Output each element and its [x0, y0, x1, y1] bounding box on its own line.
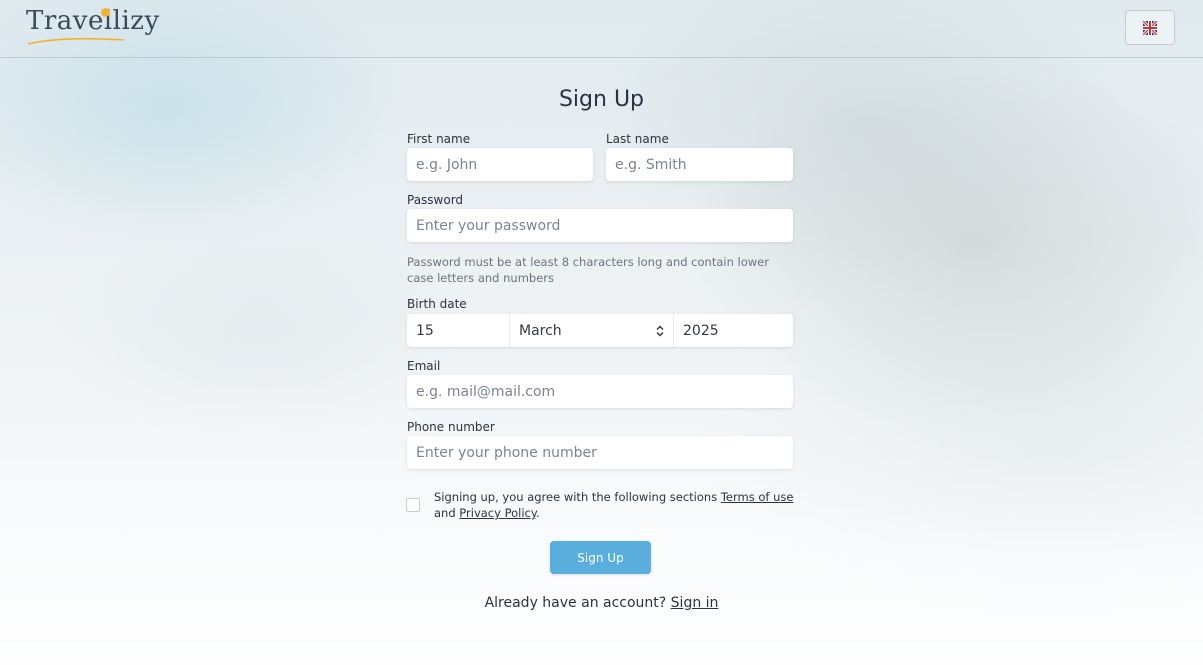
privacy-policy-link[interactable]: Privacy Policy: [459, 506, 536, 520]
logo-sun-icon: [101, 8, 110, 17]
sign-up-button[interactable]: Sign Up: [550, 541, 651, 574]
agreement-text-before: Signing up, you agree with the following…: [434, 490, 721, 504]
birth-month-value: March: [519, 322, 562, 339]
travellizy-logo[interactable]: Travellizy: [26, 6, 160, 46]
logo-text: Travellizy: [26, 6, 160, 36]
birth-month-select[interactable]: March: [510, 314, 674, 347]
last-name-input[interactable]: [606, 148, 793, 181]
password-hint: Password must be at least 8 characters l…: [407, 255, 769, 285]
logo-swoosh-icon: [27, 37, 125, 45]
birth-year-value: 2025: [683, 322, 719, 339]
top-header: Travellizy: [0, 0, 1203, 58]
select-arrows-icon: [656, 325, 664, 337]
language-selector-button[interactable]: [1125, 10, 1175, 45]
uk-flag-icon: [1143, 20, 1157, 35]
terms-of-use-link[interactable]: Terms of use: [721, 490, 794, 504]
birth-date-label: Birth date: [407, 297, 467, 311]
password-input[interactable]: [407, 209, 793, 242]
agreement-text-and: and: [434, 506, 460, 520]
password-label: Password: [407, 193, 464, 207]
sign-in-link[interactable]: Sign in: [671, 595, 719, 611]
birth-date-group: 15 March 2025: [407, 314, 793, 347]
birth-day-input[interactable]: 15: [407, 314, 510, 347]
first-name-input[interactable]: [407, 148, 593, 181]
sign-in-prompt-text: Already have an account?: [484, 595, 671, 611]
email-input[interactable]: [407, 375, 793, 408]
terms-checkbox[interactable]: [406, 498, 420, 512]
phone-input[interactable]: [407, 436, 793, 469]
email-label: Email: [407, 359, 441, 373]
agreement-text-after: .: [536, 506, 540, 520]
first-name-label: First name: [407, 132, 471, 146]
terms-agreement-text: Signing up, you agree with the following…: [434, 489, 804, 521]
page-title: Sign Up: [558, 87, 645, 112]
birth-year-input[interactable]: 2025: [674, 314, 793, 347]
last-name-label: Last name: [606, 132, 669, 146]
birth-day-value: 15: [416, 322, 434, 339]
sign-in-prompt: Already have an account? Sign in: [0, 595, 1203, 611]
phone-label: Phone number: [407, 420, 495, 434]
